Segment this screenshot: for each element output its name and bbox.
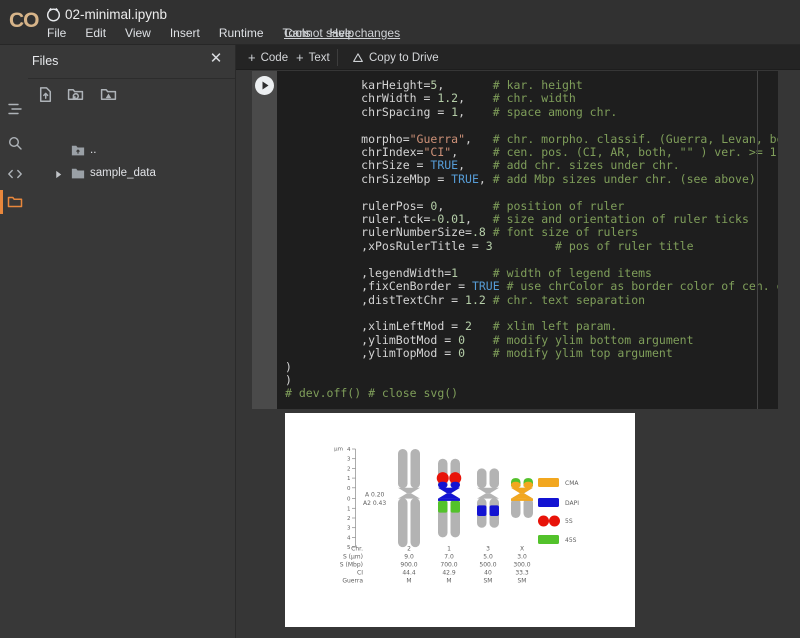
files-actions <box>28 83 235 107</box>
svg-text:33.3: 33.3 <box>515 570 529 577</box>
svg-text:900.0: 900.0 <box>400 562 417 569</box>
svg-text:2: 2 <box>347 466 351 472</box>
folder-up-icon <box>71 144 85 157</box>
menu-runtime[interactable]: Runtime <box>219 26 264 42</box>
svg-text:M: M <box>406 578 411 585</box>
svg-text:Chr.: Chr. <box>351 546 363 553</box>
search-icon[interactable] <box>7 135 23 151</box>
svg-text:2: 2 <box>347 516 351 522</box>
close-icon[interactable]: ✕ <box>209 52 223 66</box>
colab-logo[interactable]: CO <box>9 9 39 33</box>
code-cell: karHeight=5, # kar. height chrWidth = 1.… <box>252 71 778 409</box>
menu-view[interactable]: View <box>125 26 151 42</box>
svg-text:A 0.20: A 0.20 <box>365 492 385 499</box>
svg-text:µm: µm <box>334 447 343 453</box>
svg-text:500.0: 500.0 <box>479 562 496 569</box>
caret-right-icon[interactable] <box>54 170 63 179</box>
folder-icon <box>71 167 85 180</box>
github-icon <box>46 7 61 22</box>
add-text-label: Text <box>309 52 330 64</box>
tree-item-label: sample_data <box>90 167 156 179</box>
notebook-toolbar: + Code + Text Copy to Drive <box>236 45 800 70</box>
cell-output-image: µm43210012345A 0.20A2 0.43Chr.213XS (µm)… <box>285 413 635 627</box>
active-panel-indicator <box>0 190 3 214</box>
svg-text:1: 1 <box>347 506 351 512</box>
editor-ruler-line <box>757 71 758 409</box>
drive-icon <box>352 52 364 64</box>
cell-gutter <box>252 71 277 409</box>
files-panel: Files ✕ .. sample_data <box>28 45 235 638</box>
svg-text:A2 0.43: A2 0.43 <box>363 500 386 507</box>
svg-text:5S: 5S <box>565 518 573 525</box>
svg-text:2: 2 <box>407 546 411 553</box>
add-code-label: Code <box>261 52 289 64</box>
plus-icon: + <box>296 50 304 65</box>
play-icon <box>255 76 274 95</box>
svg-text:SM: SM <box>484 578 493 585</box>
menu-file[interactable]: File <box>47 26 66 42</box>
notebook-title[interactable]: 02-minimal.ipynb <box>65 7 167 22</box>
copy-to-drive-label: Copy to Drive <box>369 52 439 64</box>
copy-to-drive-button[interactable]: Copy to Drive <box>352 49 439 66</box>
svg-text:S (µm): S (µm) <box>343 554 363 561</box>
main-area: + Code + Text Copy to Drive <box>236 45 800 638</box>
svg-text:3: 3 <box>486 546 490 553</box>
svg-text:7.0: 7.0 <box>444 554 454 561</box>
svg-text:700.0: 700.0 <box>440 562 457 569</box>
refresh-folder-icon[interactable] <box>67 86 84 103</box>
svg-text:42.9: 42.9 <box>442 570 456 577</box>
svg-text:1: 1 <box>447 546 451 553</box>
tree-item-sample_data[interactable]: sample_data <box>28 166 235 184</box>
svg-text:4: 4 <box>347 447 351 453</box>
svg-text:1: 1 <box>347 476 351 482</box>
svg-text:X: X <box>520 546 524 553</box>
add-code-button[interactable]: + Code <box>248 49 288 66</box>
svg-text:CI: CI <box>357 570 363 577</box>
toolbar-separator <box>337 49 338 66</box>
svg-text:3: 3 <box>347 526 351 532</box>
svg-text:Guerra: Guerra <box>342 578 363 585</box>
svg-text:44.4: 44.4 <box>402 570 416 577</box>
plus-icon: + <box>248 50 256 65</box>
svg-text:S (Mbp): S (Mbp) <box>340 562 363 569</box>
svg-text:3.0: 3.0 <box>517 554 527 561</box>
tree-item-[interactable]: .. <box>28 143 235 161</box>
menu-edit[interactable]: Edit <box>85 26 106 42</box>
svg-text:0: 0 <box>347 497 351 503</box>
svg-text:45S: 45S <box>565 537 577 544</box>
files-panel-title: Files <box>32 54 58 68</box>
svg-text:40: 40 <box>484 570 492 577</box>
notebook-scroll-area[interactable]: karHeight=5, # kar. height chrWidth = 1.… <box>236 70 800 638</box>
karyotype-plot: µm43210012345A 0.20A2 0.43Chr.213XS (µm)… <box>285 413 635 627</box>
files-icon[interactable] <box>7 194 23 210</box>
svg-text:9.0: 9.0 <box>404 554 414 561</box>
svg-text:CMA: CMA <box>565 480 579 487</box>
tree-item-label: .. <box>90 144 96 156</box>
svg-text:4: 4 <box>347 535 351 541</box>
mount-drive-icon[interactable] <box>100 86 117 103</box>
add-text-button[interactable]: + Text <box>296 49 330 66</box>
svg-text:SM: SM <box>518 578 527 585</box>
cannot-save-link[interactable]: Cannot save changes <box>284 26 400 40</box>
svg-text:300.0: 300.0 <box>513 562 530 569</box>
svg-text:0: 0 <box>347 486 351 492</box>
table-of-contents-icon[interactable] <box>7 101 23 117</box>
app-header: CO 02-minimal.ipynb File Edit View Insert Ru… <box>0 0 800 45</box>
run-cell-button[interactable] <box>255 76 274 95</box>
svg-text:3: 3 <box>347 457 351 463</box>
menu-insert[interactable]: Insert <box>170 26 200 42</box>
svg-text:5.0: 5.0 <box>483 554 493 561</box>
code-snippets-icon[interactable] <box>7 166 23 182</box>
upload-file-icon[interactable] <box>37 86 54 103</box>
left-icon-rail <box>0 45 28 638</box>
code-editor[interactable]: karHeight=5, # kar. height chrWidth = 1.… <box>277 71 778 409</box>
svg-text:DAPI: DAPI <box>565 500 579 507</box>
svg-text:M: M <box>446 578 451 585</box>
files-panel-header: Files ✕ <box>28 45 235 79</box>
